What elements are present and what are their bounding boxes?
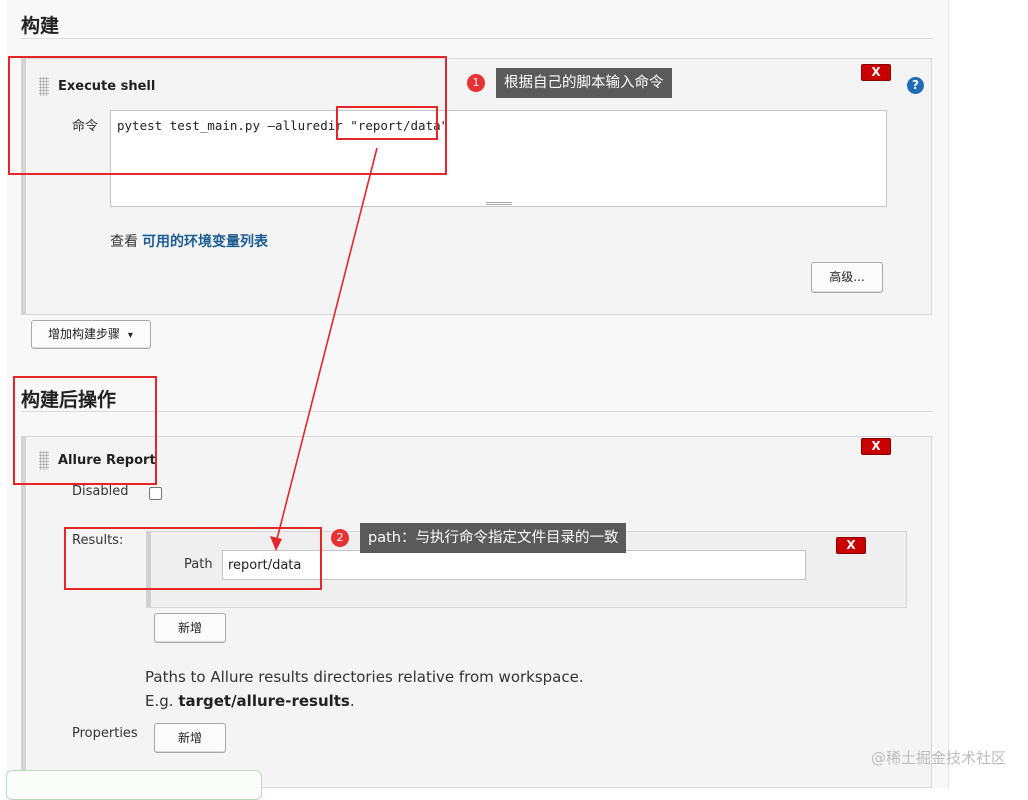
annotation-arrow (270, 147, 378, 551)
annotation-text-1: 根据自己的脚本输入命令 (496, 68, 672, 98)
annotation-number-2: 2 (331, 529, 349, 547)
watermark: @稀土掘金技术社区 (870, 749, 1006, 767)
annotation-text-2: path：与执行命令指定文件目录的一致 (360, 523, 627, 553)
annotation-number-1: 1 (467, 74, 485, 92)
